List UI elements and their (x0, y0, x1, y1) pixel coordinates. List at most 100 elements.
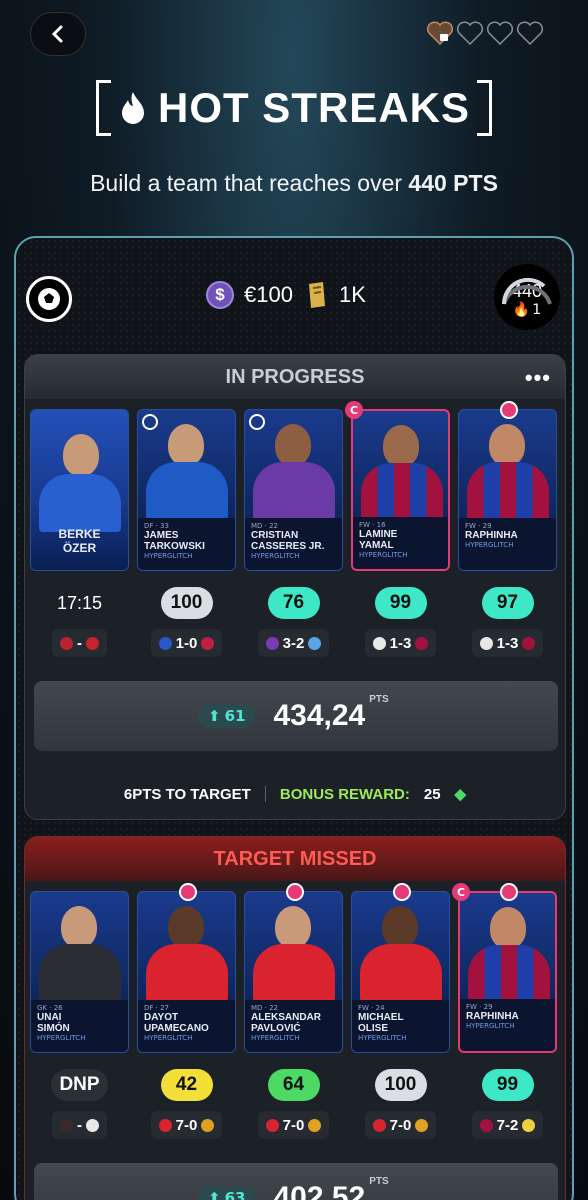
player-first-name: DAYOT (144, 1012, 179, 1023)
score-text: - (77, 1116, 82, 1134)
player-card[interactable]: FW · 16 LAMINE YAMAL HYPERGLITCH (351, 409, 450, 571)
card-info: MD · 22 ALEKSANDAR PAVLOVIĆ HYPERGLITCH (245, 1000, 342, 1052)
player-card[interactable]: FW · 29 RAPHINHA HYPERGLITCH (458, 409, 557, 571)
score-text: 7-0 (175, 1116, 198, 1134)
flame-icon (121, 92, 144, 124)
fixture-score: - (52, 1111, 107, 1139)
team-crest-icon (372, 1118, 386, 1132)
brand-text: HYPERGLITCH (358, 1034, 407, 1042)
card-info: FW · 24 MICHAEL OLISE HYPERGLITCH (352, 1000, 449, 1052)
team-crest-icon (415, 1118, 429, 1132)
team-crest-icon (158, 1118, 172, 1132)
score-text: 7-2 (496, 1116, 519, 1134)
score-text: 3-2 (282, 634, 305, 652)
player-shirt (468, 945, 550, 1003)
divider (264, 786, 266, 802)
to-target-text: 6PTS TO TARGET (123, 785, 251, 803)
position-text: MD · 22 (251, 1004, 279, 1012)
player-card[interactable]: FW · 29 RAPHINHA HYPERGLITCH (458, 891, 557, 1053)
team-crest-icon (308, 636, 322, 650)
position-text: FW · 24 (358, 1004, 385, 1012)
fixture-row: - 7-0 7-0 7-0 7-2 (30, 1111, 557, 1139)
points-pill: 100 (374, 1069, 427, 1101)
player-card[interactable]: BERKE ÖZER (30, 409, 129, 571)
player-last-name: TARKOWSKI (144, 541, 205, 552)
player-card[interactable]: MD · 22 CRISTIAN CASSERES JR. HYPERGLITC… (244, 409, 343, 571)
total-points-bar: ⬆ 61 434,24 PTS (34, 681, 558, 751)
points-pill: 42 (160, 1069, 213, 1101)
fixture-score: - (52, 629, 107, 657)
team-crest-icon (308, 1118, 322, 1132)
player-card[interactable]: DF · 27 DAYOT UPAMECANO HYPERGLITCH (137, 891, 236, 1053)
bonus-value: 25 (423, 785, 441, 803)
player-shirt (253, 462, 335, 520)
team-crest-icon (201, 636, 215, 650)
delta-value: 61 (224, 707, 246, 725)
captain-badge: C (452, 883, 470, 901)
points-pill: 64 (267, 1069, 320, 1101)
position-text: FW · 29 (466, 1003, 493, 1011)
player-head (61, 906, 97, 948)
more-options-button[interactable]: ••• (525, 365, 551, 391)
position-text: MD · 22 (251, 522, 279, 530)
section-header: IN PROGRESS ••• (25, 355, 565, 399)
player-head (382, 906, 418, 948)
points-pill: DNP (51, 1069, 108, 1101)
brand-text: HYPERGLITCH (144, 552, 193, 560)
arrow-up-icon: ⬆ (208, 707, 221, 725)
team-crest-icon (522, 1118, 536, 1132)
team-crest-icon (265, 636, 279, 650)
captain-badge: C (345, 401, 363, 419)
total-points-bar: ⬆ 63 402,52 PTS (34, 1163, 558, 1200)
fixture-score: 7-0 (150, 1111, 223, 1139)
gem-icon: ◆ (454, 786, 467, 803)
arrow-up-icon: ⬆ (208, 1189, 221, 1200)
points-row: DNP 42 64 100 99 (30, 1069, 557, 1101)
coin-icon: $ (206, 281, 234, 309)
points-pill: 97 (481, 587, 534, 619)
player-shirt (253, 944, 335, 1002)
player-last-name: RAPHINHA (466, 1011, 519, 1022)
badge-button[interactable] (26, 276, 72, 322)
streak-panel: $ €100 1K 440 🔥 1 IN PROGRESS ••• BERKE Ö… (14, 236, 574, 1200)
player-shirt (39, 474, 121, 532)
player-shirt (146, 462, 228, 520)
points-pill: 76 (267, 587, 320, 619)
heart-empty-icon (456, 21, 484, 46)
brand-text: HYPERGLITCH (466, 1022, 515, 1030)
points-pill: 99 (374, 587, 427, 619)
back-button[interactable] (30, 12, 86, 56)
fixture-score: 1-3 (471, 629, 544, 657)
player-head (383, 425, 419, 467)
boost-badge (500, 401, 518, 419)
player-card[interactable]: DF · 33 JAMES TARKOWSKI HYPERGLITCH (137, 409, 236, 571)
player-last-name: PAVLOVIĆ (251, 1023, 301, 1034)
fixture-row: - 1-0 3-2 1-3 1-3 (30, 629, 557, 657)
player-shirt (360, 944, 442, 1002)
ball-icon (38, 288, 60, 310)
brand-text: HYPERGLITCH (359, 551, 408, 559)
page-subtitle: Build a team that reaches over 440 PTS (0, 170, 588, 197)
title-bracket: HOT STREAKS (95, 80, 493, 136)
player-last-name: RAPHINHA (465, 530, 518, 541)
position-text: DF · 33 (144, 522, 169, 530)
team-crest-icon (372, 636, 386, 650)
card-info: FW · 29 RAPHINHA HYPERGLITCH (459, 518, 556, 570)
boost-badge (500, 883, 518, 901)
player-card[interactable]: FW · 24 MICHAEL OLISE HYPERGLITCH (351, 891, 450, 1053)
heart-empty-icon (486, 21, 514, 46)
tickets-value: 1K (338, 282, 366, 307)
player-last-name: OLISE (358, 1023, 389, 1034)
player-card[interactable]: MD · 22 ALEKSANDAR PAVLOVIĆ HYPERGLITCH (244, 891, 343, 1053)
fixture-score: 7-0 (364, 1111, 437, 1139)
player-first-name: UNAI (37, 1012, 62, 1023)
player-head (168, 906, 204, 948)
player-last-name: YAMAL (359, 540, 394, 551)
team-crest-icon (201, 1118, 215, 1132)
in-progress-section: IN PROGRESS ••• BERKE ÖZER DF · 33 JAMES… (24, 354, 566, 820)
total-value: 402,52 (273, 1181, 366, 1200)
player-card[interactable]: GK · 26 UNAI SIMÓN HYPERGLITCH (30, 891, 129, 1053)
target-status: 6PTS TO TARGET BONUS REWARD: 25 ◆ (25, 785, 565, 804)
lives-indicator (426, 20, 544, 46)
points-row: 17:15 100 76 99 97 (30, 587, 557, 619)
